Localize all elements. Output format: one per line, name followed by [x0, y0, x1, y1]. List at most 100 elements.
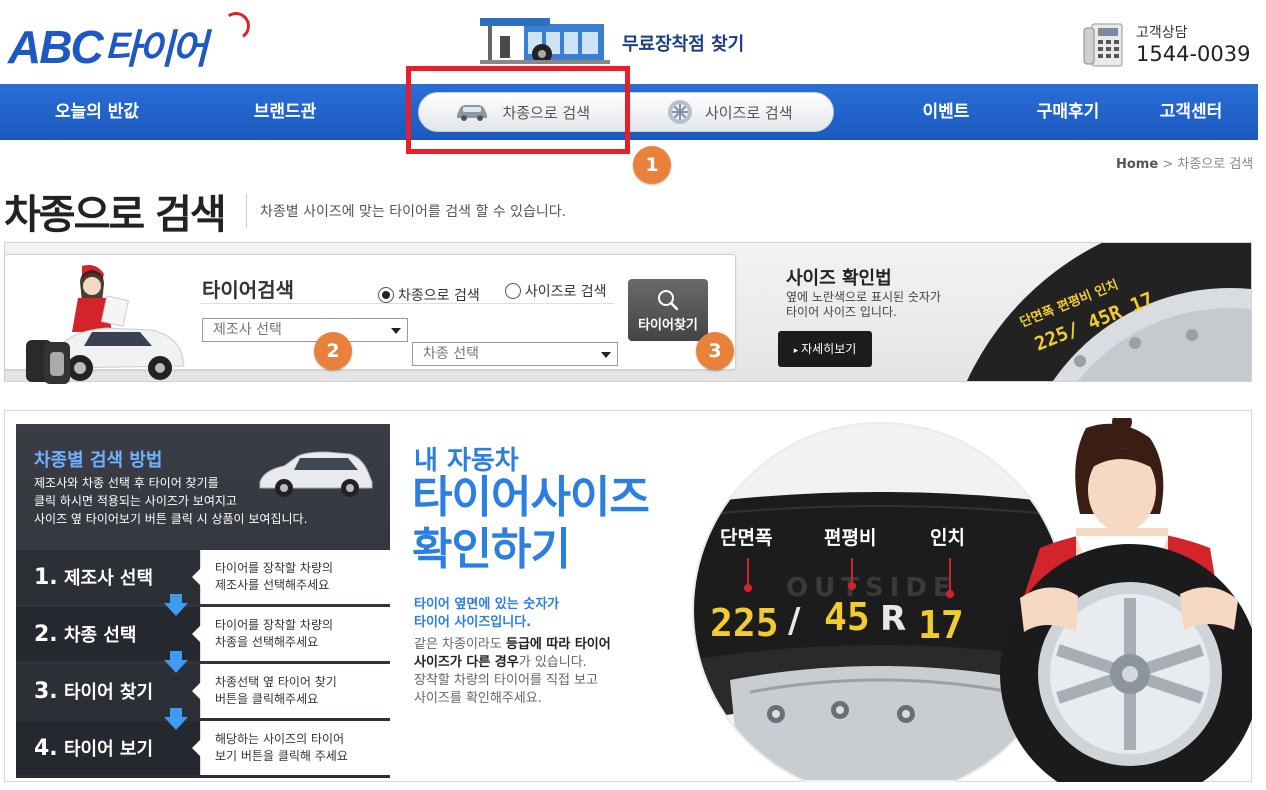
- annotation-marker-1: 1: [633, 146, 671, 184]
- tab-search-by-size[interactable]: 사이즈로 검색: [627, 93, 834, 131]
- body-text: 같은 차종이라도: [414, 637, 506, 652]
- step-desc-line2: 버튼을 클릭해주세요: [215, 692, 319, 706]
- arrow-down-icon: [164, 594, 188, 616]
- model-with-tire-image: [1000, 418, 1252, 782]
- annotation-highlight-box: [406, 66, 630, 154]
- step-title: 타이어 찾기: [63, 682, 154, 703]
- size-check-desc-line1: 옆에 노란색으로 표시된 숫자가: [786, 290, 941, 304]
- size-part-rim: 17: [918, 603, 964, 647]
- guide-step-1: 1. 제조사 선택 타이어를 장착할 차량의 제조사를 선택해주세요: [16, 550, 390, 604]
- nav-item-event[interactable]: 이벤트: [906, 84, 986, 140]
- step-title: 제조사 선택: [63, 568, 154, 589]
- step-title: 타이어 보기: [63, 739, 154, 760]
- label-rim-inch: 인치: [930, 527, 965, 549]
- size-part-r: R: [880, 599, 906, 639]
- manufacturer-select-value: 제조사 선택: [213, 322, 282, 338]
- guide-step-name: 3. 타이어 찾기: [34, 678, 153, 704]
- page-title: 차종으로 검색: [4, 192, 227, 238]
- find-tire-button[interactable]: 타이어찾기: [628, 279, 708, 341]
- label-section-width: 단면폭: [720, 527, 772, 549]
- free-install-store-link[interactable]: 무료장착점 찾기: [622, 30, 744, 56]
- body-text: 사이즈를 확인해주세요.: [414, 691, 542, 706]
- size-part-slash: /: [788, 601, 801, 641]
- guide-desc-line1: 제조사와 차종 선택 후 타이어 찾기를: [34, 476, 219, 490]
- size-part-width: 225: [710, 601, 779, 645]
- step-desc-line1: 타이어를 장착할 차량의: [215, 561, 334, 575]
- tire-store-icon: [480, 18, 610, 64]
- body-text: 가 있습니다.: [518, 655, 587, 670]
- guide-step-name: 2. 차종 선택: [34, 621, 136, 647]
- body-bold-text: 등급에 따라 타이어: [506, 637, 611, 652]
- annotation-marker-3: 3: [696, 332, 734, 370]
- search-icon: [658, 290, 679, 311]
- body-text: 장착할 차량의 타이어를 직접 보고: [414, 673, 598, 688]
- phone-icon: [1083, 23, 1123, 67]
- step-number: 3.: [34, 679, 58, 704]
- nav-item-customer-center[interactable]: 고객센터: [1144, 84, 1238, 140]
- view-details-button[interactable]: ▸ 자세히보기: [778, 331, 872, 367]
- find-tire-button-label: 타이어찾기: [638, 318, 698, 333]
- guide-step-desc: 해당하는 사이즈의 타이어 보기 버튼을 클릭해 주세요: [192, 721, 390, 775]
- guide-step-desc: 타이어를 장착할 차량의 제조사를 선택해주세요: [192, 550, 390, 604]
- radio-search-by-vehicle[interactable]: 차종으로 검색: [378, 285, 480, 305]
- guide-desc-line3: 사이즈 옆 타이어보기 버튼 클릭 시 상품이 보여집니다.: [34, 512, 308, 526]
- radio-search-by-size-label: 사이즈로 검색: [524, 284, 607, 300]
- step-number: 2.: [34, 622, 58, 647]
- tire-check-highlight-line2: 타이어 사이즈입니다.: [414, 615, 532, 630]
- size-check-description: 옆에 노란색으로 표시된 숫자가 타이어 사이즈 입니다.: [786, 290, 941, 320]
- wheel-icon: [667, 100, 692, 124]
- radio-search-by-size[interactable]: 사이즈로 검색: [504, 281, 607, 301]
- nav-item-reviews[interactable]: 구매후기: [1020, 84, 1116, 140]
- tire-check-highlight-line1: 타이어 옆면에 있는 숫자가: [414, 597, 560, 612]
- tire-check-head-line1: 타이어사이즈: [412, 472, 650, 523]
- manufacturer-select[interactable]: 제조사 선택: [202, 318, 408, 342]
- model-select[interactable]: 차종 선택: [412, 342, 618, 366]
- size-part-ratio: 45: [824, 595, 870, 639]
- tire-check-head-line2: 확인하기: [412, 524, 571, 575]
- tire-check-headline: 타이어사이즈 확인하기: [412, 472, 650, 576]
- step-number: 1.: [34, 565, 58, 590]
- sidewall-brand-text: OUTSIDE: [786, 573, 957, 603]
- step-title: 차종 선택: [63, 625, 137, 646]
- step-number: 4.: [34, 736, 58, 761]
- search-divider: [200, 303, 614, 304]
- page-description: 차종별 사이즈에 맞는 타이어를 검색 할 수 있습니다.: [260, 204, 567, 220]
- guide-step-desc: 타이어를 장착할 차량의차종을 선택해주세요: [192, 607, 390, 661]
- logo-korean: 타이어: [103, 27, 208, 73]
- step-desc-line1: 타이어를 장착할 차량의: [215, 618, 334, 632]
- dropdown-arrow-icon: [391, 328, 401, 334]
- title-divider: [246, 194, 247, 228]
- tire-search-title: 타이어검색: [202, 278, 294, 302]
- annotation-marker-2: 2: [314, 332, 352, 370]
- view-details-label: 자세히보기: [801, 342, 857, 356]
- chevron-right-icon: ▸: [793, 346, 802, 356]
- tire-check-body: 같은 차종이라도 등급에 따라 타이어 사이즈가 다른 경우가 있습니다. 장착…: [414, 636, 611, 708]
- arrow-down-icon: [164, 651, 188, 673]
- nav-item-half-price[interactable]: 오늘의 반값: [30, 84, 164, 140]
- logo-swoosh-icon: [219, 9, 253, 43]
- abc-tire-logo[interactable]: ABC 타이어: [8, 14, 208, 73]
- customer-service-label: 고객상담: [1136, 25, 1188, 41]
- tab-search-by-size-label: 사이즈로 검색: [704, 103, 793, 122]
- guide-step-name: 1. 제조사 선택: [34, 564, 153, 590]
- breadcrumb-current: 차종으로 검색: [1177, 157, 1254, 172]
- radio-unselected-indicator: [504, 283, 521, 299]
- size-check-title: 사이즈 확인법: [786, 268, 892, 289]
- step-desc-line1: 차종선택 옆 타이어 찾기: [215, 675, 337, 689]
- breadcrumb-home[interactable]: Home: [1116, 157, 1158, 172]
- arrow-down-icon: [164, 708, 188, 730]
- guide-step-name: 4. 타이어 보기: [34, 735, 153, 761]
- nav-item-brand[interactable]: 브랜드관: [226, 84, 344, 140]
- breadcrumb: Home > 차종으로 검색: [1116, 153, 1253, 172]
- breadcrumb-separator: >: [1162, 157, 1174, 172]
- body-bold-text: 사이즈가 다른 경우: [414, 655, 519, 670]
- guide-step-3: 3. 타이어 찾기 차종선택 옆 타이어 찾기버튼을 클릭해주세요: [16, 664, 390, 718]
- guide-description: 제조사와 차종 선택 후 타이어 찾기를 클릭 하시면 적용되는 사이즈가 보여…: [34, 474, 307, 528]
- size-check-desc-line2: 타이어 사이즈 입니다.: [786, 305, 897, 319]
- customer-service-number[interactable]: 1544-0039: [1136, 42, 1250, 66]
- guide-title: 차종별 검색 방법: [34, 450, 163, 471]
- guide-step-4: 4. 타이어 보기 해당하는 사이즈의 타이어 보기 버튼을 클릭해 주세요: [16, 721, 390, 775]
- guide-desc-line2: 클릭 하시면 적용되는 사이즈가 보여지고: [34, 494, 237, 508]
- radio-search-by-vehicle-label: 차종으로 검색: [398, 288, 480, 304]
- step-desc-line2: 차종을 선택해주세요: [215, 635, 319, 649]
